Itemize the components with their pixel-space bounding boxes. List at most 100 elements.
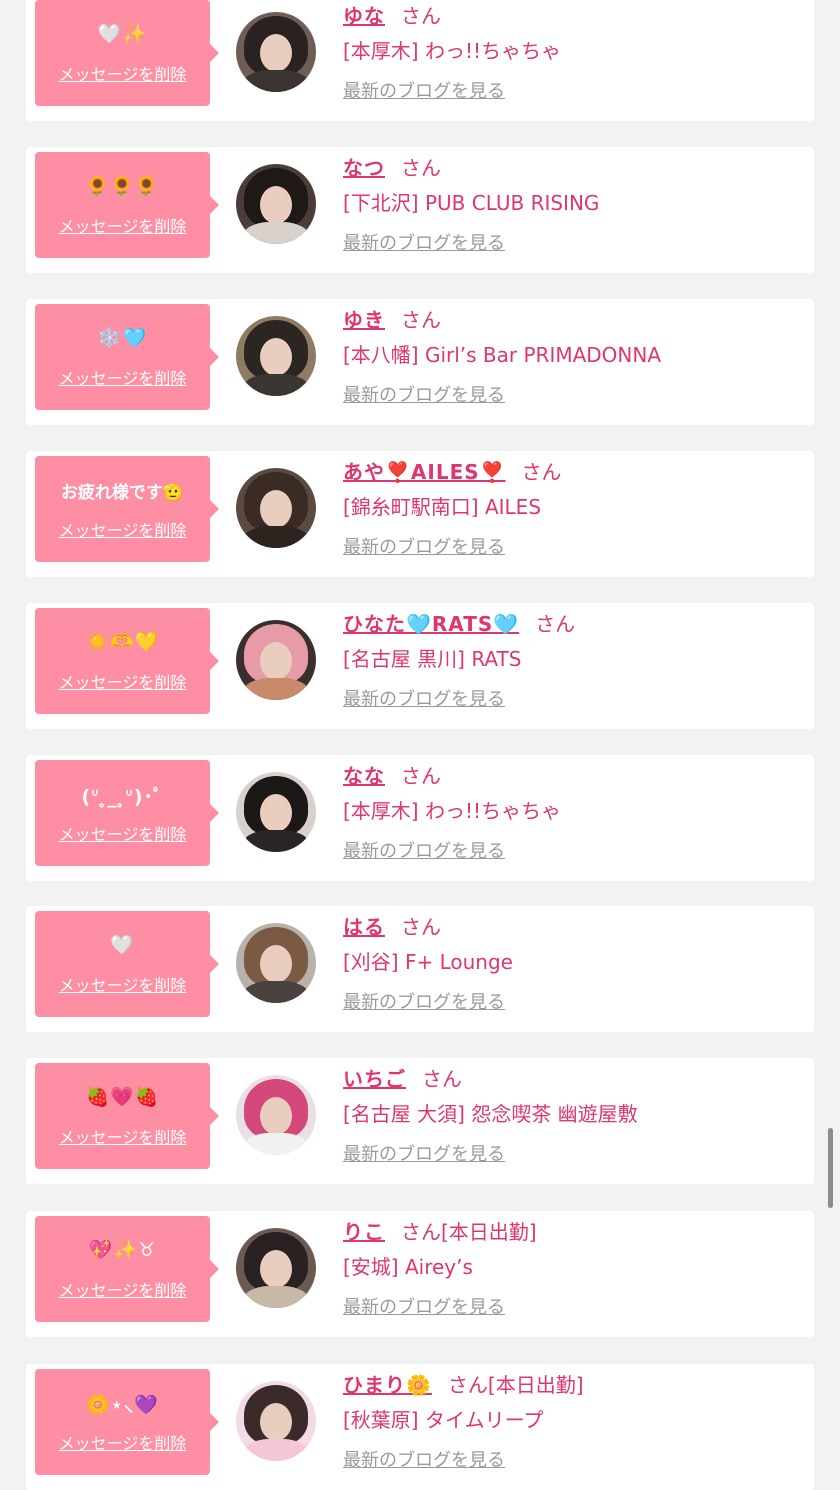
avatar-face bbox=[260, 642, 292, 680]
delete-message-link[interactable]: メッセージを削除 bbox=[35, 1277, 210, 1301]
latest-blog-link[interactable]: 最新のブログを見る bbox=[343, 533, 505, 559]
message-text: 🤍✨ bbox=[97, 23, 148, 45]
message-card: 💖✨♉ メッセージを削除 りこ さん[本日出勤] [安城] Airey’s 最新の… bbox=[26, 1211, 814, 1337]
latest-blog-link[interactable]: 最新のブログを見る bbox=[343, 1140, 505, 1166]
honorific: さん[本日出勤] bbox=[447, 1373, 584, 1397]
name-line: なつ さん bbox=[343, 152, 441, 181]
avatar-body bbox=[242, 1286, 310, 1308]
cast-name-link[interactable]: なな bbox=[343, 764, 385, 788]
avatar-body bbox=[242, 981, 310, 1003]
avatar-face bbox=[260, 1403, 292, 1441]
message-card: ☀️🫶💛 メッセージを削除 ひなた🩵RATS🩵 さん [名古屋 黒川] RATS … bbox=[26, 603, 814, 729]
message-text: 🍓💗🍓 bbox=[85, 1086, 160, 1108]
shop-label: [下北沢] PUB CLUB RISING bbox=[343, 191, 600, 215]
message-bubble: 🌼⋆⸜💜 メッセージを削除 bbox=[35, 1369, 219, 1475]
avatar[interactable] bbox=[236, 1381, 316, 1461]
delete-message-link[interactable]: メッセージを削除 bbox=[35, 365, 210, 389]
shop-label: [名古屋 黒川] RATS bbox=[343, 647, 522, 671]
honorific: さん bbox=[401, 764, 441, 788]
message-card: 🍓💗🍓 メッセージを削除 いちご さん [名古屋 大須] 怨念喫茶 幽遊屋敷 最新… bbox=[26, 1058, 814, 1184]
avatar[interactable] bbox=[236, 164, 316, 244]
latest-blog-link[interactable]: 最新のブログを見る bbox=[343, 1446, 505, 1472]
delete-message-link[interactable]: メッセージを削除 bbox=[35, 1430, 210, 1454]
cast-name-link[interactable]: はる bbox=[343, 915, 385, 939]
cast-name-link[interactable]: ひまり🌼 bbox=[343, 1373, 432, 1397]
avatar[interactable] bbox=[236, 772, 316, 852]
delete-message-link[interactable]: メッセージを削除 bbox=[35, 669, 210, 693]
message-bubble: お疲れ様です🫡 メッセージを削除 bbox=[35, 456, 219, 562]
message-bubble: ❄️🩵 メッセージを削除 bbox=[35, 304, 219, 410]
avatar-body bbox=[242, 830, 310, 852]
avatar-face bbox=[260, 490, 292, 528]
avatar-body bbox=[242, 222, 310, 244]
latest-blog-link[interactable]: 最新のブログを見る bbox=[343, 229, 505, 255]
message-bubble: (ᐡ ̥_ ̥ᐡ)･ﾟ メッセージを削除 bbox=[35, 760, 219, 866]
shop-label: [本厚木] わっ!!ちゃちゃ bbox=[343, 799, 561, 823]
honorific: さん bbox=[422, 1067, 462, 1091]
message-text: お疲れ様です🫡 bbox=[60, 483, 185, 503]
message-card: 🤍✨ メッセージを削除 ゆな さん [本厚木] わっ!!ちゃちゃ 最新のブログを見… bbox=[26, 0, 814, 121]
cast-name-link[interactable]: ひなた🩵RATS🩵 bbox=[343, 612, 519, 636]
delete-message-link[interactable]: メッセージを削除 bbox=[35, 821, 210, 845]
avatar-face bbox=[260, 794, 292, 832]
honorific: さん bbox=[535, 612, 576, 636]
message-bubble: 🌻🌻🌻 メッセージを削除 bbox=[35, 152, 219, 258]
message-text: 💖✨♉ bbox=[88, 1239, 157, 1261]
cast-name-link[interactable]: あや❣️AILES❣️ bbox=[343, 460, 506, 484]
vertical-scrollbar[interactable] bbox=[828, 1128, 833, 1208]
avatar[interactable] bbox=[236, 12, 316, 92]
avatar-face bbox=[260, 34, 292, 72]
latest-blog-link[interactable]: 最新のブログを見る bbox=[343, 685, 505, 711]
message-card: 🌼⋆⸜💜 メッセージを削除 ひまり🌼 さん[本日出勤] [秋葉原] タイムリープ … bbox=[26, 1364, 814, 1490]
cast-name-link[interactable]: りこ bbox=[343, 1220, 385, 1244]
latest-blog-link[interactable]: 最新のブログを見る bbox=[343, 381, 505, 407]
shop-label: [刈谷] F+ Lounge bbox=[343, 950, 513, 974]
delete-message-link[interactable]: メッセージを削除 bbox=[35, 61, 210, 85]
avatar-face bbox=[260, 945, 292, 983]
avatar[interactable] bbox=[236, 1228, 316, 1308]
avatar-face bbox=[260, 1097, 292, 1135]
shop-label: [安城] Airey’s bbox=[343, 1255, 473, 1279]
name-line: あや❣️AILES❣️ さん bbox=[343, 456, 562, 485]
avatar[interactable] bbox=[236, 923, 316, 1003]
message-text: 🤍 bbox=[110, 934, 135, 956]
avatar[interactable] bbox=[236, 316, 316, 396]
message-bubble: 💖✨♉ メッセージを削除 bbox=[35, 1216, 219, 1322]
message-card: お疲れ様です🫡 メッセージを削除 あや❣️AILES❣️ さん [錦糸町駅南口] … bbox=[26, 451, 814, 577]
latest-blog-link[interactable]: 最新のブログを見る bbox=[343, 837, 505, 863]
latest-blog-link[interactable]: 最新のブログを見る bbox=[343, 988, 505, 1014]
name-line: なな さん bbox=[343, 760, 441, 789]
message-text: ☀️🫶💛 bbox=[85, 631, 160, 653]
name-line: ひまり🌼 さん[本日出勤] bbox=[343, 1369, 584, 1398]
message-bubble: 🤍✨ メッセージを削除 bbox=[35, 0, 219, 106]
shop-label: [本八幡] Girl’s Bar PRIMADONNA bbox=[343, 343, 662, 367]
avatar-face bbox=[260, 1250, 292, 1288]
delete-message-link[interactable]: メッセージを削除 bbox=[35, 972, 210, 996]
message-bubble: 🍓💗🍓 メッセージを削除 bbox=[35, 1063, 219, 1169]
cast-name-link[interactable]: ゆな bbox=[343, 4, 385, 28]
avatar-body bbox=[242, 1439, 310, 1461]
avatar[interactable] bbox=[236, 620, 316, 700]
delete-message-link[interactable]: メッセージを削除 bbox=[35, 213, 210, 237]
cast-name-link[interactable]: いちご bbox=[343, 1067, 406, 1091]
message-bubble: ☀️🫶💛 メッセージを削除 bbox=[35, 608, 219, 714]
latest-blog-link[interactable]: 最新のブログを見る bbox=[343, 1293, 505, 1319]
honorific: さん bbox=[401, 915, 441, 939]
cast-name-link[interactable]: なつ bbox=[343, 156, 385, 180]
message-card: 🤍 メッセージを削除 はる さん [刈谷] F+ Lounge 最新のブログを見る bbox=[26, 906, 814, 1032]
avatar-body bbox=[242, 374, 310, 396]
avatar-body bbox=[242, 678, 310, 700]
honorific: さん[本日出勤] bbox=[401, 1220, 537, 1244]
name-line: ゆな さん bbox=[343, 0, 441, 29]
message-text: 🌼⋆⸜💜 bbox=[86, 1394, 159, 1416]
latest-blog-link[interactable]: 最新のブログを見る bbox=[343, 77, 505, 103]
message-text: ❄️🩵 bbox=[97, 327, 148, 349]
honorific: さん bbox=[401, 156, 441, 180]
delete-message-link[interactable]: メッセージを削除 bbox=[35, 1124, 210, 1148]
avatar[interactable] bbox=[236, 468, 316, 548]
delete-message-link[interactable]: メッセージを削除 bbox=[35, 517, 210, 541]
avatar[interactable] bbox=[236, 1075, 316, 1155]
cast-name-link[interactable]: ゆき bbox=[343, 308, 385, 332]
name-line: ひなた🩵RATS🩵 さん bbox=[343, 608, 575, 637]
avatar-body bbox=[242, 70, 310, 92]
